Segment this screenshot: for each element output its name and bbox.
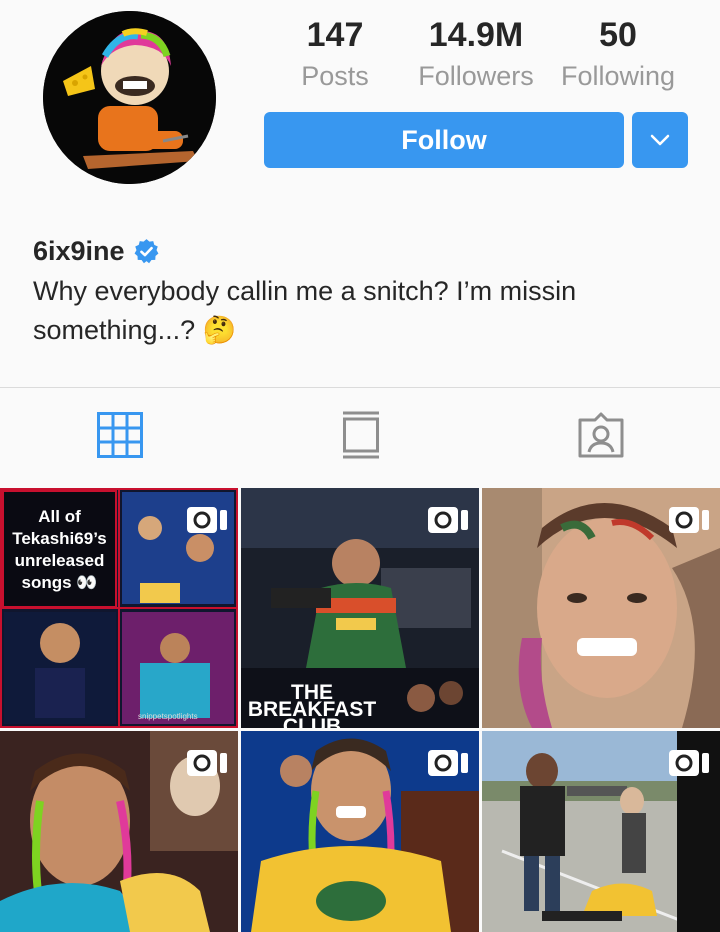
posts-label: Posts [301,61,369,91]
post-thumbnail-2[interactable]: THE BREAKFAST CLUB [241,488,479,728]
feed-icon [343,411,379,459]
profile-avatar[interactable] [43,11,216,184]
video-icon [187,750,227,776]
followers-stat[interactable]: 14.9M Followers [414,14,538,96]
post-thumbnail-5[interactable] [241,731,479,932]
followers-label: Followers [418,61,534,91]
post-1-credit: snippetspotlights [138,712,198,721]
video-icon [669,507,709,533]
post-thumbnail-4[interactable] [0,731,238,932]
video-icon [428,750,468,776]
post-thumbnail-6[interactable] [482,731,720,932]
profile-stats: 147 Posts 14.9M Followers 50 Following [264,14,688,104]
followers-count: 14.9M [428,16,524,54]
post-1-overlay-text: All of Tekashi69’s unreleased songs 👀 [2,490,117,608]
tab-grid[interactable] [95,410,145,460]
profile-tabs [0,388,720,484]
username: 6ix9ine [33,236,125,266]
posts-stat[interactable]: 147 Posts [300,14,370,96]
grid-icon [97,412,143,458]
profile-bio: Why everybody callin me a snitch? I’m mi… [33,276,577,345]
tagged-user-icon [578,412,624,458]
video-icon [428,507,468,533]
following-stat[interactable]: 50 Following [556,14,680,96]
follow-button[interactable]: Follow [264,112,624,168]
avatar-cartoon-icon [43,11,216,184]
tab-tagged[interactable] [576,410,626,460]
suggestions-dropdown-button[interactable] [632,112,688,168]
post-2-caption: THE BREAKFAST CLUB [247,681,377,728]
following-count: 50 [599,16,637,54]
chevron-down-icon [650,134,670,146]
video-icon [669,750,709,776]
following-label: Following [560,61,676,91]
video-icon [187,507,227,533]
post-thumbnail-3[interactable] [482,488,720,728]
verified-badge-icon [134,239,158,264]
posts-count: 147 [306,16,364,54]
username-row: 6ix9ine [33,236,160,267]
post-thumbnail-1[interactable]: All of Tekashi69’s unreleased songs 👀 sn… [0,488,238,728]
tab-feed[interactable] [336,410,386,460]
